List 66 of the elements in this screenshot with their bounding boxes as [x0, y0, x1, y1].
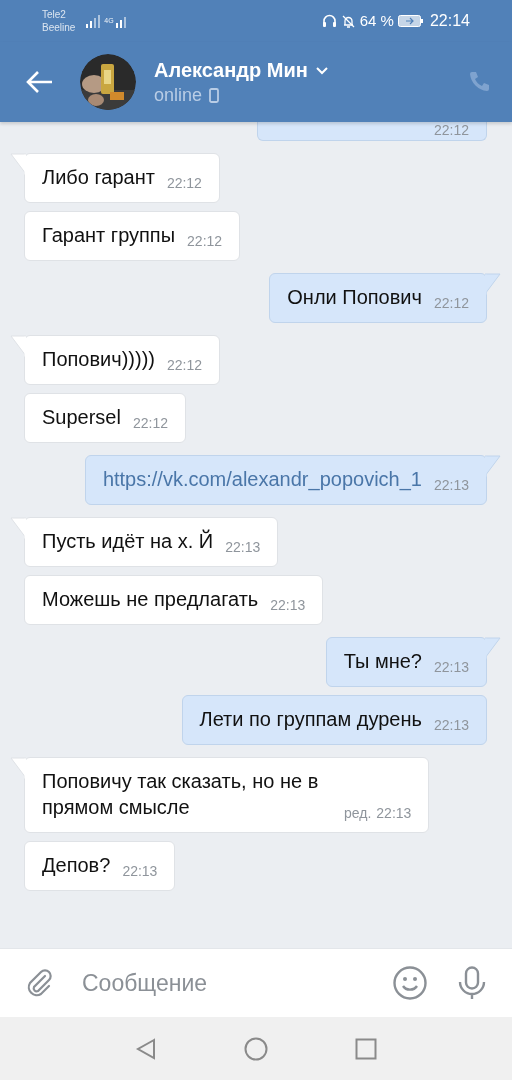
message-time: 22:12	[166, 175, 202, 191]
message-text: Депов?	[42, 853, 111, 878]
message-text: Можешь не предлагать	[42, 587, 259, 612]
carrier-name: Tele2	[42, 8, 67, 21]
triangle-icon	[135, 1037, 157, 1060]
message-time: 22:12	[433, 122, 469, 138]
microphone-button[interactable]	[456, 965, 488, 1001]
message-text: Ты мне?	[343, 649, 422, 674]
recent-apps-button[interactable]	[354, 1036, 378, 1061]
square-icon	[355, 1037, 377, 1060]
chevron-down-icon[interactable]	[314, 65, 329, 75]
contact-name[interactable]: Александр Мин	[154, 57, 308, 83]
message-bubble[interactable]: Либо гарант 22:12	[24, 153, 220, 203]
message-time: 22:13	[225, 539, 261, 555]
message-time: 22:13	[433, 659, 469, 675]
message-composer[interactable]: Сообщение	[0, 948, 512, 1017]
message-text: Попович)))))	[42, 347, 155, 372]
message-bubble[interactable]: Гарант группы 22:12	[24, 211, 241, 261]
message-text: Гарант группы	[42, 223, 176, 248]
message-text: Supersel	[42, 405, 121, 430]
message-text: Поповичу так сказать, но не в прямом смысле	[42, 769, 320, 820]
phone-icon	[467, 70, 491, 94]
message-bubble[interactable]: Депов? 22:13	[24, 841, 176, 891]
message-text: Либо гарант	[42, 165, 155, 190]
message-bubble[interactable]: Поповичу так сказать, но не в прямом смысле ред. 22:13	[24, 757, 430, 833]
smiley-icon	[392, 965, 428, 1001]
message-bubble[interactable]: Лети по группам дурень 22:13	[181, 695, 487, 745]
battery-icon	[397, 15, 424, 27]
message-link[interactable]: https://vk.com/alexandr_popovich_1	[102, 466, 422, 492]
headphones-icon	[321, 14, 337, 28]
home-button[interactable]	[244, 1036, 268, 1061]
back-arrow-icon	[26, 70, 54, 94]
message-text: Лети по группам дурень	[199, 707, 422, 732]
message-bubble[interactable]: Онли Попович 22:12	[269, 273, 487, 323]
message-time: 22:13	[270, 597, 306, 613]
message-time: 22:12	[166, 357, 202, 373]
message-time: 22:12	[187, 233, 223, 249]
message-time: 22:13	[433, 717, 469, 733]
message-bubble[interactable]: Пусть идёт на х. Й 22:13	[24, 517, 279, 567]
online-status: online	[154, 84, 203, 107]
message-text: Онли Попович	[287, 285, 422, 310]
phone-device-icon	[209, 87, 220, 103]
paperclip-icon	[25, 968, 55, 998]
emoji-button[interactable]	[392, 965, 428, 1001]
battery-percent: 64 %	[359, 10, 394, 31]
message-bubble[interactable]: Попович))))) 22:12	[24, 335, 220, 385]
message-time: 22:12	[132, 415, 168, 431]
edited-label: ред.	[344, 805, 372, 821]
message-field[interactable]: Сообщение	[82, 963, 392, 1003]
clock: 22:14	[429, 11, 470, 31]
carrier-name: Beeline	[42, 21, 76, 34]
signal-icon	[85, 14, 102, 28]
circle-icon	[244, 1036, 268, 1061]
message-bubble[interactable]: Supersel 22:12	[24, 393, 186, 443]
message-time: 22:13	[376, 805, 412, 821]
signal-icon	[114, 14, 129, 28]
message-bubble[interactable]: Ты мне? 22:13	[325, 637, 487, 687]
microphone-icon	[457, 966, 487, 1000]
message-bubble[interactable]: Можешь не предлагать 22:13	[24, 575, 324, 625]
message-bubble[interactable]: https://vk.com/alexandr_popovich_1 22:13	[84, 455, 487, 505]
message-text: Пусть идёт на х. Й	[42, 528, 214, 554]
nav-back-button[interactable]	[134, 1036, 158, 1061]
message-time: 22:13	[122, 863, 158, 879]
message-time: 22:13	[433, 477, 469, 493]
message-time: 22:12	[433, 295, 469, 311]
muted-bell-icon	[340, 13, 356, 29]
